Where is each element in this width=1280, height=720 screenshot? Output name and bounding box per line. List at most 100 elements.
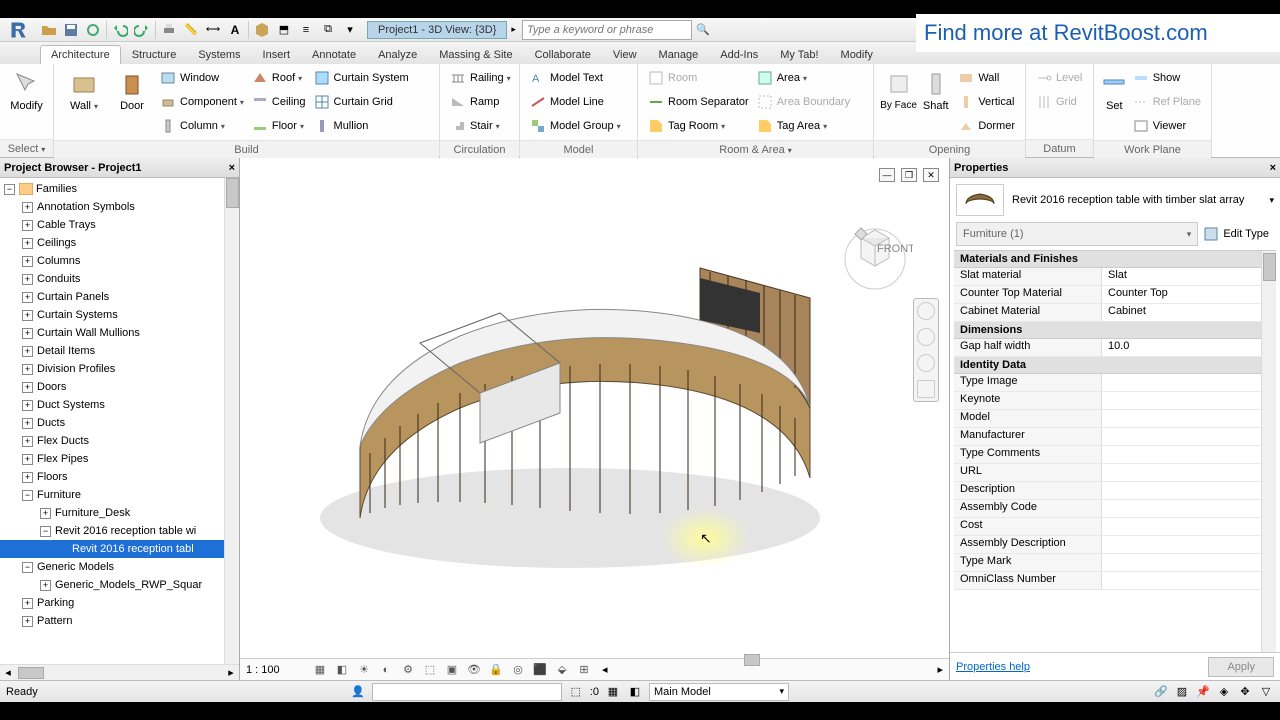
analytical-icon[interactable]: ⬙ [554, 662, 570, 678]
pan-icon[interactable] [917, 328, 935, 346]
measure-icon[interactable]: 📏 [180, 19, 202, 41]
vertical-opening-button[interactable]: Vertical [954, 90, 1019, 114]
expand-icon[interactable]: + [22, 310, 33, 321]
search-icon[interactable]: 🔍 [692, 19, 714, 41]
modify-button[interactable]: Modify [6, 66, 47, 112]
door-button[interactable]: Door [108, 66, 156, 112]
sync-icon[interactable] [82, 19, 104, 41]
expand-icon[interactable]: + [22, 454, 33, 465]
property-row[interactable]: Counter Top MaterialCounter Top [954, 286, 1276, 304]
browser-vscroll[interactable] [224, 178, 239, 664]
property-row[interactable]: Cost [954, 518, 1276, 536]
constraints-icon[interactable]: ⊞ [576, 662, 592, 678]
main-model-icon[interactable]: ◧ [627, 684, 643, 700]
tab-addins[interactable]: Add-Ins [709, 45, 769, 64]
properties-table[interactable]: Materials and Finishes⌃Slat materialSlat… [954, 250, 1276, 652]
print-icon[interactable] [158, 19, 180, 41]
close-browser-icon[interactable]: × [229, 162, 235, 174]
area-button[interactable]: Area [753, 66, 854, 90]
expand-icon[interactable]: + [22, 220, 33, 231]
tree-node[interactable]: +Division Profiles [0, 360, 239, 378]
crop-region-icon[interactable]: ▣ [444, 662, 460, 678]
drag-elements-icon[interactable]: ✥ [1237, 684, 1253, 700]
close-windows-icon[interactable]: ⧉ [317, 19, 339, 41]
editable-only-icon[interactable]: ⬚ [568, 684, 584, 700]
tab-structure[interactable]: Structure [121, 45, 188, 64]
property-row[interactable]: Assembly Code [954, 500, 1276, 518]
tab-insert[interactable]: Insert [252, 45, 302, 64]
dimension-icon[interactable]: ⟷ [202, 19, 224, 41]
shadows-icon[interactable]: ◐ [378, 662, 394, 678]
tab-collaborate[interactable]: Collaborate [524, 45, 602, 64]
apply-button[interactable]: Apply [1208, 657, 1274, 677]
steering-wheel-icon[interactable] [917, 302, 935, 320]
tree-node[interactable]: +Doors [0, 378, 239, 396]
close-view-icon[interactable]: ✕ [923, 168, 939, 182]
component-button[interactable]: Component [156, 90, 248, 114]
expand-icon[interactable]: + [22, 382, 33, 393]
expand-icon[interactable]: + [22, 328, 33, 339]
workset-selector[interactable] [372, 683, 562, 701]
visual-style-icon[interactable]: ◧ [334, 662, 350, 678]
tree-node[interactable]: +Curtain Systems [0, 306, 239, 324]
worksets-icon[interactable]: 👤 [350, 684, 366, 700]
expand-icon[interactable]: + [40, 508, 51, 519]
tree-node[interactable]: +Curtain Wall Mullions [0, 324, 239, 342]
3d-viewport[interactable]: — ❐ ✕ FRONT [240, 158, 950, 680]
stair-button[interactable]: Stair [446, 114, 515, 138]
ref-plane-button[interactable]: Ref Plane [1129, 90, 1205, 114]
switch-windows-icon[interactable]: ▾ [339, 19, 361, 41]
expand-icon[interactable]: + [22, 400, 33, 411]
zoom-icon[interactable] [917, 354, 935, 372]
select-pinned-icon[interactable]: 📌 [1195, 684, 1211, 700]
type-selector[interactable]: Furniture (1)▾ [956, 222, 1198, 246]
collapse-icon[interactable]: − [40, 526, 51, 537]
tree-node[interactable]: +Conduits [0, 270, 239, 288]
thin-lines-icon[interactable]: ≡ [295, 19, 317, 41]
expand-icon[interactable]: + [22, 418, 33, 429]
show-button[interactable]: Show [1129, 66, 1205, 90]
title-dropdown-icon[interactable]: ▸ [511, 24, 516, 35]
curtain-system-button[interactable]: Curtain System [310, 66, 413, 90]
expand-icon[interactable]: + [22, 346, 33, 357]
room-area-panel-label[interactable]: Room & Area [638, 140, 873, 158]
property-group-header[interactable]: Dimensions⌃ [954, 322, 1276, 339]
text-icon[interactable]: A [224, 19, 246, 41]
close-properties-icon[interactable]: × [1270, 162, 1276, 174]
restore-view-icon[interactable]: ❐ [901, 168, 917, 182]
tree-node[interactable]: +Duct Systems [0, 396, 239, 414]
expand-icon[interactable]: + [22, 616, 33, 627]
expand-icon[interactable]: + [22, 274, 33, 285]
tree-node[interactable]: +Detail Items [0, 342, 239, 360]
browser-hscroll[interactable]: ◂▸ [0, 664, 239, 680]
by-face-button[interactable]: By Face [880, 66, 917, 111]
tree-node[interactable]: +Ducts [0, 414, 239, 432]
tab-massing-site[interactable]: Massing & Site [428, 45, 523, 64]
expand-icon[interactable]: + [40, 580, 51, 591]
collapse-icon[interactable]: − [22, 562, 33, 573]
tab-manage[interactable]: Manage [648, 45, 710, 64]
dormer-button[interactable]: Dormer [954, 114, 1019, 138]
wall-opening-button[interactable]: Wall [954, 66, 1019, 90]
grid-button[interactable]: Grid [1032, 90, 1086, 114]
temp-hide-icon[interactable]: ◎ [510, 662, 526, 678]
collapse-icon[interactable]: − [4, 184, 15, 195]
model-line-button[interactable]: Model Line [526, 90, 625, 114]
room-separator-button[interactable]: Room Separator [644, 90, 753, 114]
project-browser-tree[interactable]: −Families +Annotation Symbols+Cable Tray… [0, 178, 239, 664]
expand-icon[interactable]: + [22, 202, 33, 213]
expand-icon[interactable]: + [22, 238, 33, 249]
open-icon[interactable] [38, 19, 60, 41]
wall-button[interactable]: Wall [60, 66, 108, 112]
property-row[interactable]: OmniClass Number [954, 572, 1276, 590]
orbit-icon[interactable] [917, 380, 935, 398]
tab-modify[interactable]: Modify [830, 45, 884, 64]
property-row[interactable]: Gap half width10.0 [954, 339, 1276, 357]
edit-type-button[interactable]: Edit Type [1198, 223, 1274, 245]
reveal-icon[interactable]: ⬛ [532, 662, 548, 678]
shaft-button[interactable]: Shaft [917, 66, 954, 112]
expand-icon[interactable]: + [22, 472, 33, 483]
expand-icon[interactable]: + [22, 292, 33, 303]
revit-logo-icon[interactable] [0, 18, 38, 42]
window-button[interactable]: Window [156, 66, 248, 90]
